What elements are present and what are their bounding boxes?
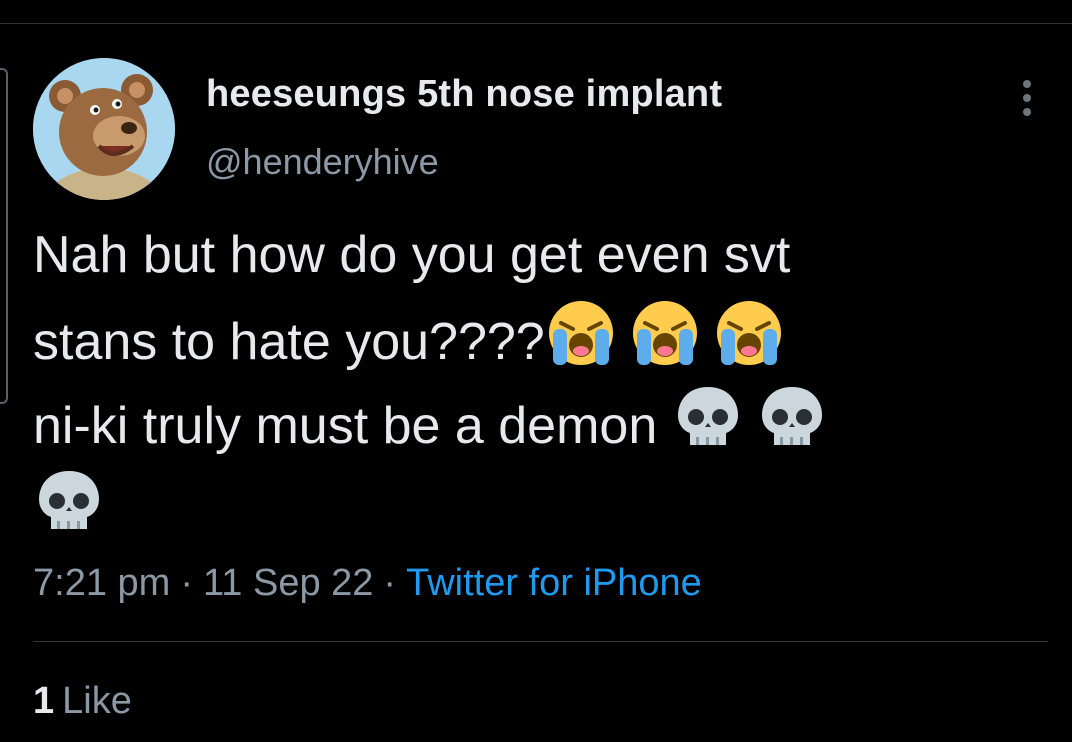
- tweet-text: Nah but how do you get even svt stans to…: [33, 213, 1033, 549]
- divider: [33, 641, 1048, 642]
- skull-icon: [756, 381, 828, 453]
- likes-count: 1: [33, 680, 55, 722]
- tweet-date[interactable]: 11 Sep 22: [203, 562, 373, 604]
- more-options-icon[interactable]: [1010, 78, 1044, 118]
- tweet-time[interactable]: 7:21 pm: [33, 562, 170, 604]
- loudly-crying-face-icon: [545, 297, 617, 369]
- scroll-indicator[interactable]: [0, 68, 8, 404]
- tweet-line: Nah but how do you get even svt: [33, 213, 1033, 297]
- tweet-line: ni-ki truly must be a demon: [33, 381, 1033, 465]
- handle[interactable]: @henderyhive: [206, 141, 439, 183]
- skull-icon: [672, 381, 744, 453]
- likes-link[interactable]: 1 Like: [33, 680, 132, 723]
- source-link[interactable]: Twitter for iPhone: [406, 562, 702, 604]
- top-divider: [0, 23, 1072, 24]
- avatar[interactable]: [33, 58, 175, 200]
- likes-label: Like: [62, 680, 132, 722]
- loudly-crying-face-icon: [629, 297, 701, 369]
- tweet-line-text: stans to hate you????: [33, 313, 545, 371]
- more-dot: [1023, 80, 1031, 88]
- tweet-line-text: Nah but how do you get even svt: [33, 226, 791, 284]
- tweet-meta: 7:21 pm · 11 Sep 22 · Twitter for iPhone: [33, 562, 702, 605]
- tweet-line: [33, 465, 1033, 549]
- tweet-line-text: ni-ki truly must be a demon: [33, 397, 658, 455]
- separator: ·: [383, 562, 397, 604]
- skull-icon: [33, 465, 105, 537]
- tweet-line: stans to hate you????: [33, 297, 1033, 381]
- more-dot: [1023, 108, 1031, 116]
- bear-avatar-icon: [33, 58, 175, 200]
- display-name[interactable]: heeseungs 5th nose implant: [206, 73, 722, 116]
- more-dot: [1023, 94, 1031, 102]
- loudly-crying-face-icon: [713, 297, 785, 369]
- separator: ·: [180, 562, 193, 604]
